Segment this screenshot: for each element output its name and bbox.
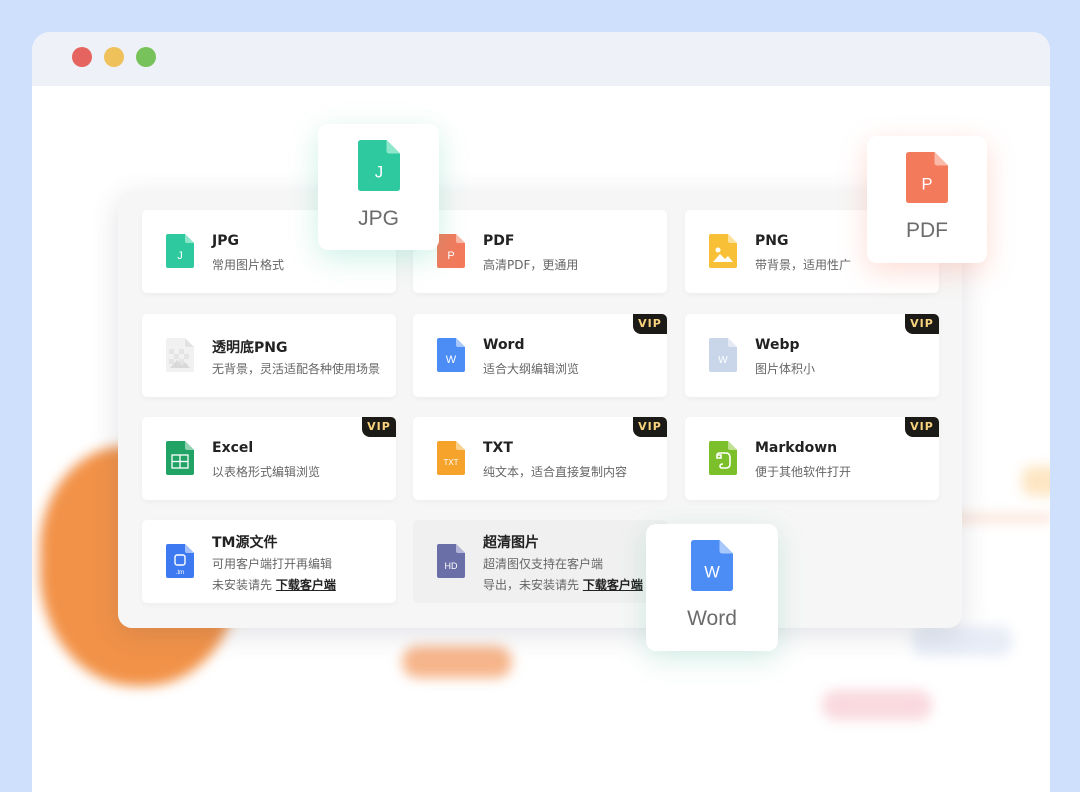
jpg-file-icon: J <box>357 140 400 191</box>
svg-text:P: P <box>921 176 932 194</box>
txt-file-icon: TXT <box>437 441 465 475</box>
floating-label: Word <box>687 607 737 630</box>
option-title: 超清图片 <box>483 535 539 551</box>
svg-text:W: W <box>446 354 457 366</box>
option-description: 便于其他软件打开 <box>755 465 852 479</box>
mindmap-node-blur <box>402 646 512 678</box>
download-client-link[interactable]: 下载客户端 <box>276 578 336 592</box>
option-description: 纯文本，适合直接复制内容 <box>483 465 628 479</box>
option-title: JPG <box>212 233 239 249</box>
mindmap-node-blur <box>912 626 1012 656</box>
install-hint: 未安装请先 <box>212 578 273 592</box>
option-description: 可用客户端打开再编辑 <box>212 557 333 571</box>
option-title: PDF <box>483 233 515 249</box>
floating-jpg-card: J JPG <box>318 124 439 250</box>
svg-text:J: J <box>177 250 183 262</box>
option-title: Word <box>483 337 525 353</box>
title-bar <box>32 32 1050 86</box>
option-title: Webp <box>755 337 800 353</box>
mindmap-node-blur <box>1022 466 1050 496</box>
tm-source-file-icon: .tm <box>166 544 194 578</box>
option-description: 以表格形式编辑浏览 <box>212 465 321 479</box>
word-file-icon: W <box>691 540 733 591</box>
install-hint: 导出，未安装请先 <box>483 578 580 592</box>
evernote-markdown-icon <box>709 441 737 475</box>
close-window-button[interactable] <box>72 47 92 67</box>
option-title: PNG <box>755 233 789 249</box>
export-option-transparent-png[interactable]: 透明底PNG 无背景，灵活适配各种使用场景 <box>142 314 396 397</box>
option-title: TM源文件 <box>212 535 278 551</box>
svg-text:W: W <box>718 355 728 366</box>
option-title: TXT <box>483 440 513 456</box>
export-option-txt[interactable]: VIP TXT TXT 纯文本，适合直接复制内容 <box>413 417 667 500</box>
excel-file-icon <box>166 441 194 475</box>
download-client-link[interactable]: 下载客户端 <box>583 578 643 592</box>
word-file-icon: W <box>437 338 465 372</box>
option-description-line2: 导出，未安装请先 下载客户端 <box>483 576 643 593</box>
option-title: 透明底PNG <box>212 340 288 356</box>
svg-text:W: W <box>704 564 720 582</box>
jpg-file-icon: J <box>166 234 194 268</box>
svg-text:TXT: TXT <box>443 458 458 467</box>
option-description: 高清PDF，更通用 <box>483 258 579 272</box>
export-option-pdf[interactable]: P PDF 高清PDF，更通用 <box>413 210 667 293</box>
svg-text:.tm: .tm <box>176 570 184 576</box>
pdf-file-icon: P <box>906 152 948 203</box>
export-option-word[interactable]: VIP W Word 适合大纲编辑浏览 <box>413 314 667 397</box>
option-description-line2: 未安装请先 下载客户端 <box>212 576 336 593</box>
floating-label: PDF <box>906 219 948 242</box>
option-description: 图片体积小 <box>755 362 816 376</box>
export-option-hd-image[interactable]: HD 超清图片 超清图仅支持在客户端 导出，未安装请先 下载客户端 <box>413 520 667 603</box>
export-option-markdown[interactable]: VIP Markdown 便于其他软件打开 <box>685 417 939 500</box>
option-title: Markdown <box>755 440 838 456</box>
svg-text:HD: HD <box>445 561 458 571</box>
floating-label: JPG <box>358 207 399 230</box>
option-description: 超清图仅支持在客户端 <box>483 557 604 571</box>
vip-badge: VIP <box>362 417 396 437</box>
vip-badge: VIP <box>905 417 939 437</box>
option-description: 常用图片格式 <box>212 258 285 272</box>
export-option-tm-source[interactable]: .tm TM源文件 可用客户端打开再编辑 未安装请先 下载客户端 <box>142 520 396 603</box>
vip-badge: VIP <box>905 314 939 334</box>
svg-text:P: P <box>447 250 454 262</box>
transparent-png-icon <box>166 338 194 372</box>
option-description: 适合大纲编辑浏览 <box>483 362 580 376</box>
webp-file-icon: W <box>709 338 737 372</box>
export-option-webp[interactable]: VIP W Webp 图片体积小 <box>685 314 939 397</box>
pdf-file-icon: P <box>437 234 465 268</box>
minimize-window-button[interactable] <box>104 47 124 67</box>
mindmap-node-blur <box>822 690 932 720</box>
svg-text:J: J <box>374 164 382 182</box>
export-option-excel[interactable]: VIP Excel 以表格形式编辑浏览 <box>142 417 396 500</box>
floating-pdf-card: P PDF <box>867 136 987 263</box>
export-format-panel: J JPG 常用图片格式 P PDF 高清PDF，更通用 PNG 带背景，适用性… <box>118 192 962 628</box>
hd-image-icon: HD <box>437 544 465 578</box>
maximize-window-button[interactable] <box>136 47 156 67</box>
option-title: Excel <box>212 440 254 456</box>
option-description: 带背景，适用性广 <box>755 258 852 272</box>
option-description: 无背景，灵活适配各种使用场景 <box>212 362 381 376</box>
floating-word-card: W Word <box>646 524 778 651</box>
vip-badge: VIP <box>633 314 667 334</box>
png-image-icon <box>709 234 737 268</box>
vip-badge: VIP <box>633 417 667 437</box>
